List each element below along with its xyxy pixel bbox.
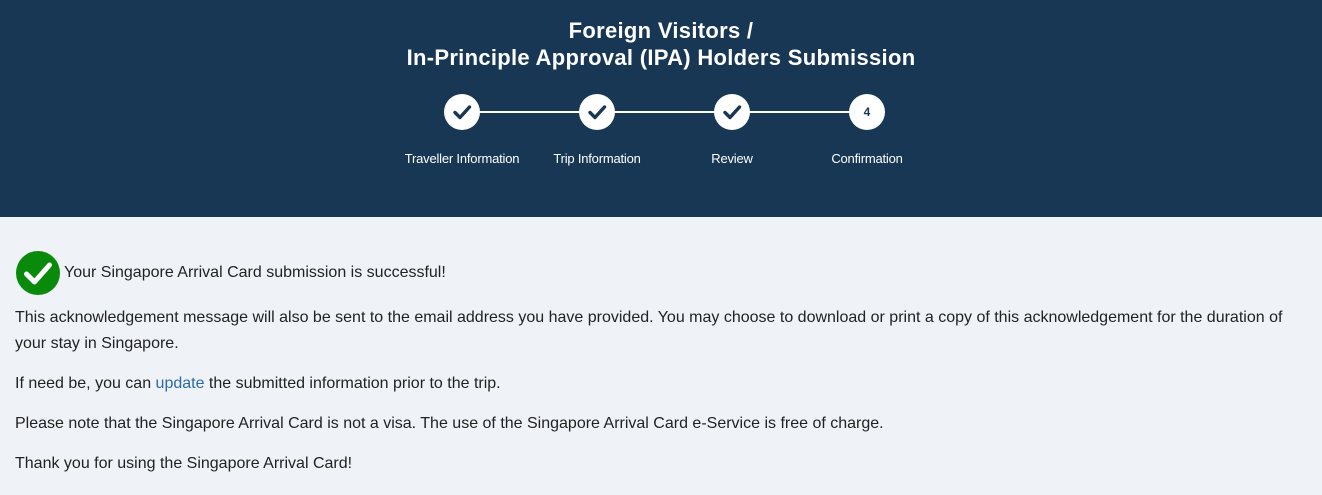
update-info-text: If need be, you can update the submitted… (15, 371, 1307, 397)
header-banner: Foreign Visitors / In-Principle Approval… (0, 0, 1322, 217)
confirmation-content: Your Singapore Arrival Card submission i… (0, 251, 1322, 477)
visa-note-text: Please note that the Singapore Arrival C… (15, 415, 884, 432)
step-confirmation: 4 Confirmation (797, 94, 937, 166)
step-label: Review (711, 151, 753, 166)
check-icon (723, 105, 742, 120)
step-label: Traveller Information (404, 151, 520, 166)
success-message: Your Singapore Arrival Card submission i… (64, 264, 446, 281)
step-number-indicator: 4 (849, 94, 885, 130)
step-label: Confirmation (831, 151, 903, 166)
check-circle-icon (16, 251, 60, 295)
step-label: Trip Information (553, 151, 641, 166)
update-prefix-text: If need be, you can (15, 375, 156, 392)
update-suffix-text: the submitted information prior to the t… (204, 375, 501, 392)
page-title: Foreign Visitors / In-Principle Approval… (0, 0, 1322, 71)
progress-stepper: Traveller Information Trip Information R… (0, 94, 1322, 174)
check-icon (453, 105, 472, 120)
step-complete-indicator (444, 94, 480, 130)
update-link[interactable]: update (156, 375, 205, 392)
page-title-line2: In-Principle Approval (IPA) Holders Subm… (406, 45, 916, 70)
step-complete-indicator (714, 94, 750, 130)
step-complete-indicator (579, 94, 615, 130)
check-icon (588, 105, 607, 120)
step-review: Review (662, 94, 802, 166)
step-trip-information: Trip Information (527, 94, 667, 166)
success-banner: Your Singapore Arrival Card submission i… (15, 251, 1307, 295)
page-title-line1: Foreign Visitors / (568, 18, 754, 43)
step-traveller-information: Traveller Information (392, 94, 532, 166)
acknowledgement-text: This acknowledgement message will also b… (15, 309, 1283, 352)
thank-you-text: Thank you for using the Singapore Arriva… (15, 455, 353, 472)
